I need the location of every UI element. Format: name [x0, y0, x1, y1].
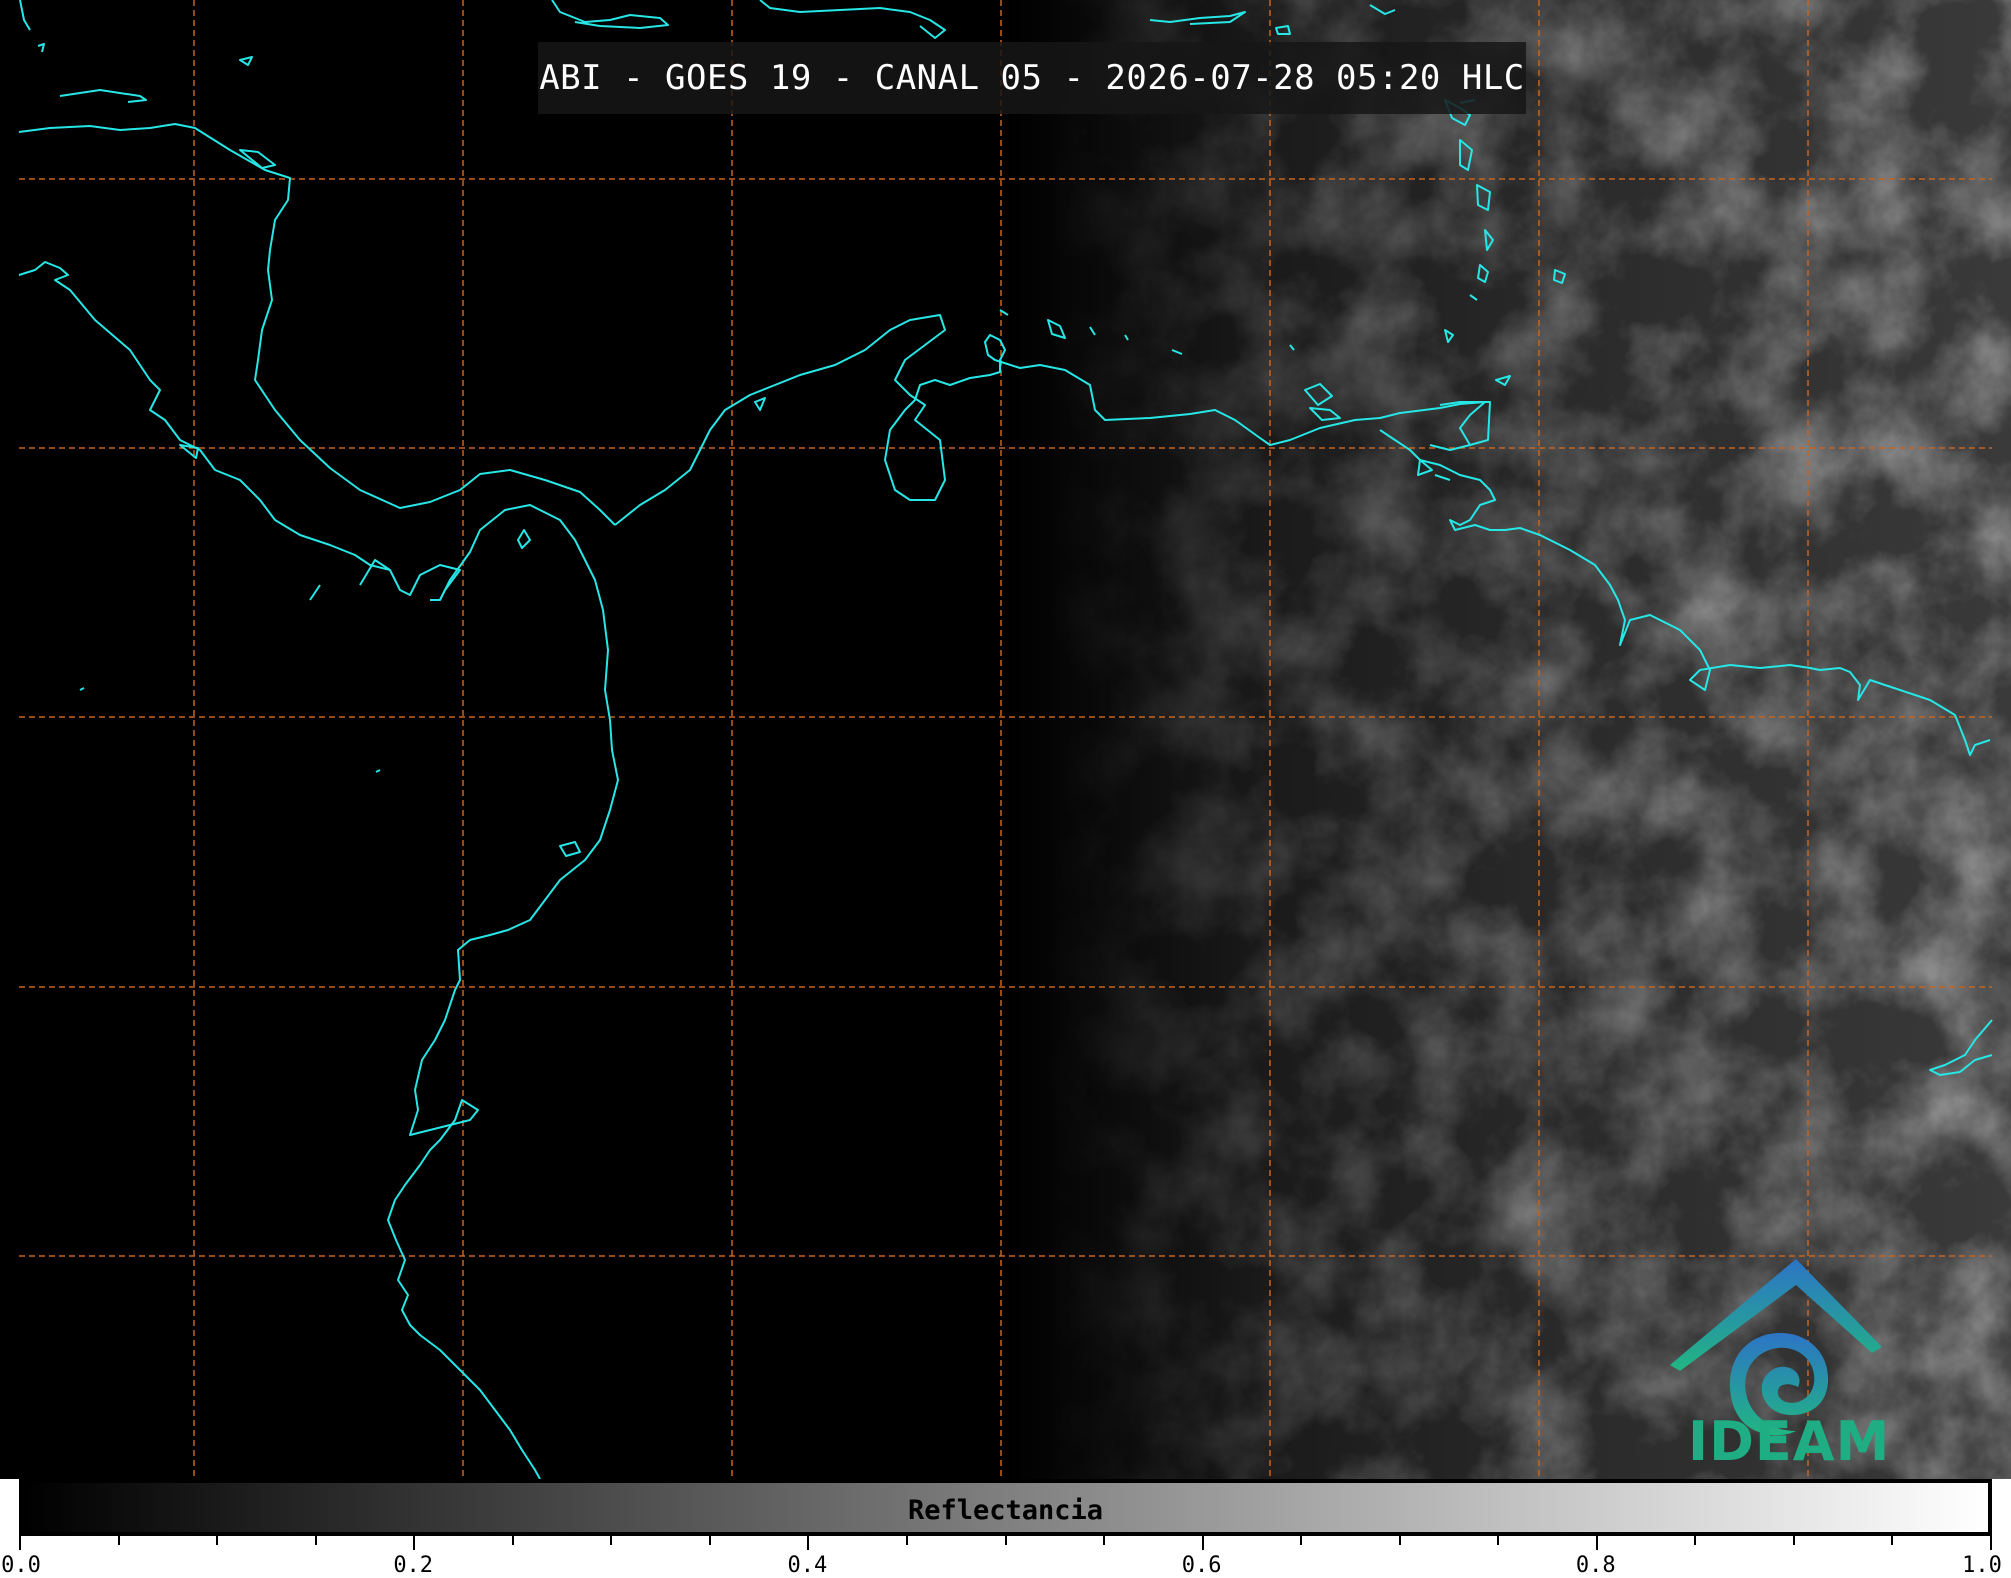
colorbar-major-tick — [807, 1536, 810, 1550]
colorbar-minor-tick — [1300, 1536, 1303, 1545]
colorbar-major-tick — [19, 1536, 21, 1550]
colorbar-major-tick — [1990, 1536, 1992, 1550]
colorbar-minor-tick — [1398, 1536, 1401, 1545]
colorbar-major-tick — [413, 1536, 416, 1550]
colorbar-ticks: 0.0 0.2 0.4 0.6 0.8 1.0 — [1, 1536, 2002, 1578]
colorbar-tick-label: 0.6 — [1181, 1553, 1222, 1578]
ideam-logo-text: IDEAM — [1688, 1410, 1891, 1473]
colorbar-tick-label: 0.4 — [787, 1553, 828, 1578]
colorbar-minor-tick — [1497, 1536, 1500, 1545]
colorbar-minor-tick — [511, 1536, 514, 1545]
colorbar-minor-tick — [314, 1536, 317, 1545]
colorbar-minor-tick — [1004, 1536, 1007, 1545]
map-title: ABI - GOES 19 - CANAL 05 - 2026-07-28 05… — [539, 58, 1525, 98]
colorbar-minor-tick — [1891, 1536, 1894, 1545]
title-banner: ABI - GOES 19 - CANAL 05 - 2026-07-28 05… — [538, 42, 1526, 114]
colorbar-major-tick — [1595, 1536, 1598, 1550]
colorbar-minor-tick — [117, 1536, 120, 1545]
colorbar-minor-tick — [1103, 1536, 1106, 1545]
colorbar-major-tick — [1201, 1536, 1204, 1550]
colorbar-minor-tick — [610, 1536, 613, 1545]
colorbar-minor-tick — [1792, 1536, 1795, 1545]
colorbar-minor-tick — [1694, 1536, 1697, 1545]
colorbar-minor-tick — [216, 1536, 219, 1545]
colorbar-label: Reflectancia — [907, 1495, 1104, 1526]
colorbar-tick-label: 0.0 — [1, 1553, 41, 1578]
colorbar-minor-tick — [708, 1536, 711, 1545]
colorbar-minor-tick — [905, 1536, 908, 1545]
colorbar-tick-label: 0.8 — [1575, 1553, 1616, 1578]
colorbar-tick-label: 1.0 — [1962, 1553, 2002, 1578]
colorbar-tick-label: 0.2 — [393, 1553, 434, 1578]
colorbar: Reflectancia — [19, 1479, 1992, 1536]
